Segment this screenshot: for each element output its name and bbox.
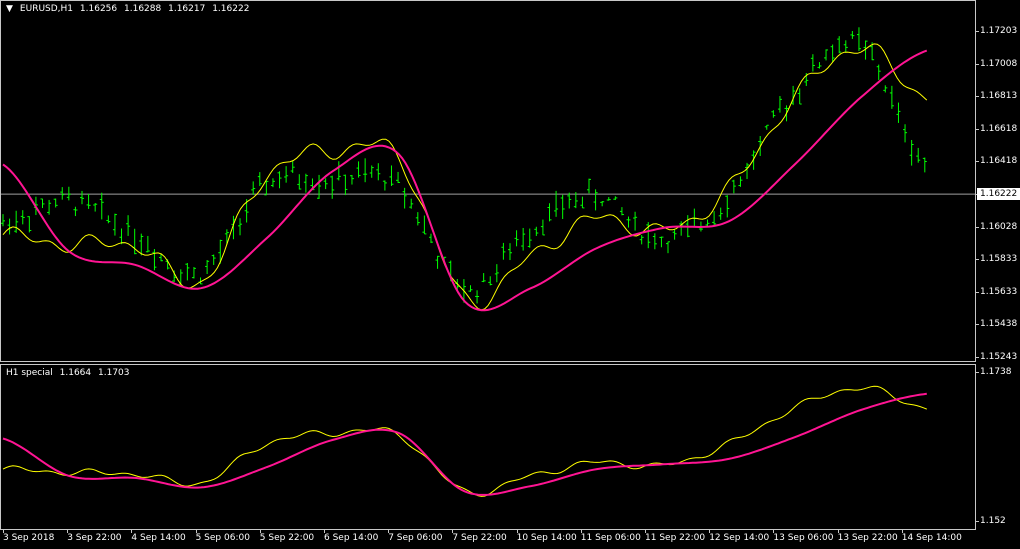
time-tick-label: 3 Sep 2018: [3, 533, 55, 543]
indicator-tick-mark: [976, 521, 979, 522]
price-tick-label: 1.15243: [980, 352, 1018, 362]
time-tick-label: 12 Sep 14:00: [709, 533, 770, 543]
time-tick-label: 5 Sep 22:00: [259, 533, 315, 543]
price-tick-mark: [976, 291, 979, 293]
price-tick-mark: [976, 357, 979, 358]
time-tick-label: 13 Sep 22:00: [837, 533, 898, 543]
price-tick-mark: [976, 96, 979, 98]
time-tick-label: 7 Sep 06:00: [388, 533, 443, 543]
fast-line-indicator: [2, 385, 927, 497]
slow-line-main: [2, 49, 928, 312]
price-tick-label: 1.16813: [980, 91, 1018, 102]
indicator-axis[interactable]: 1.1738 1.152: [976, 364, 1020, 530]
price-tick-label: 1.15438: [980, 319, 1018, 330]
current-price-label: 1.16222: [977, 188, 1020, 201]
indicator-tick-label: 1.152: [980, 516, 1006, 526]
time-tick-label: 11 Sep 22:00: [645, 533, 706, 543]
chart-plot: [1, 27, 975, 497]
price-axis[interactable]: 1.17203 1.17008 1.16813 1.16618 1.16418 1.162…: [976, 0, 1020, 362]
price-tick-mark: [976, 128, 979, 130]
price-tick-mark: [976, 324, 979, 326]
price-tick-label: 1.15833: [980, 254, 1018, 265]
price-tick-mark: [976, 161, 979, 163]
chart-window[interactable]: ▼ EURUSD,H1 1.16256 1.16288 1.16217 1.162…: [0, 0, 1020, 549]
fast-line-main: [2, 43, 928, 311]
time-axis[interactable]: 3 Sep 2018 3 Sep 22:00 4 Sep 14:00 5 Sep 06…: [0, 530, 976, 549]
price-tick-label: 1.15633: [980, 286, 1018, 297]
slow-line-indicator: [2, 392, 927, 496]
price-tick-label: 1.16618: [980, 123, 1018, 134]
indicator-tick-mark: [976, 372, 979, 373]
time-tick-label: 13 Sep 06:00: [773, 533, 834, 543]
price-tick-mark: [976, 259, 979, 261]
time-tick-label: 3 Sep 22:00: [67, 533, 122, 543]
time-tick-label: 11 Sep 06:00: [580, 533, 641, 543]
time-tick-label: 10 Sep 14:00: [516, 533, 577, 543]
time-tick-label: 7 Sep 22:00: [452, 533, 507, 543]
price-tick-mark: [976, 63, 979, 65]
time-tick-label: 14 Sep 14:00: [901, 533, 962, 543]
price-tick-mark: [976, 226, 979, 228]
time-tick-label: 5 Sep 06:00: [195, 533, 250, 543]
price-tick-label: 1.17203: [980, 26, 1018, 36]
price-tick-label: 1.16028: [980, 221, 1018, 232]
indicator-tick-label: 1.1738: [980, 367, 1012, 377]
time-tick-label: 4 Sep 14:00: [131, 533, 186, 543]
price-tick-label: 1.17008: [980, 58, 1018, 69]
price-tick-mark: [976, 31, 979, 32]
price-tick-label: 1.16418: [980, 156, 1018, 167]
time-tick-label: 6 Sep 14:00: [324, 533, 379, 543]
